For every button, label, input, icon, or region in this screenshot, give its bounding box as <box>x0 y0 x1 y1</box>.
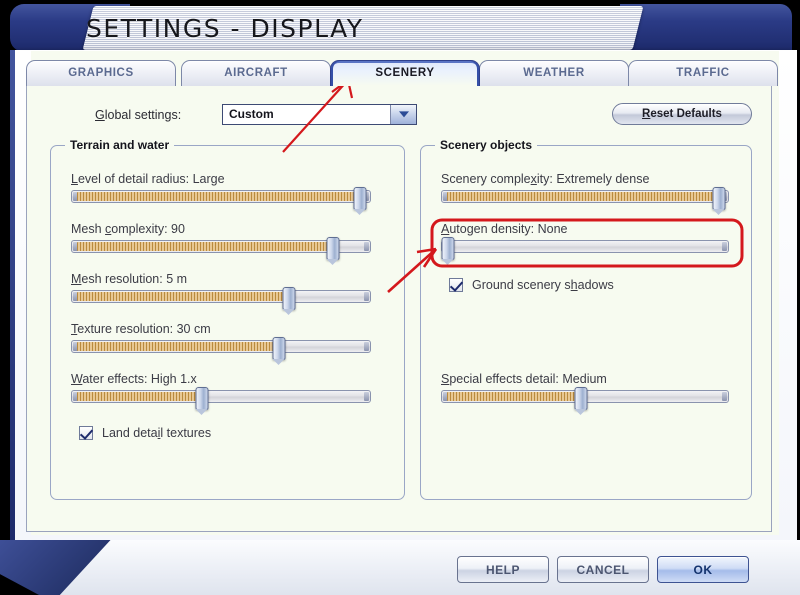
chevron-down-icon[interactable] <box>390 105 416 124</box>
slider-mesh-resolution[interactable] <box>71 287 371 315</box>
group-scenery-title: Scenery objects <box>435 138 538 152</box>
reset-defaults-button[interactable]: Reset Defaults <box>612 103 752 125</box>
global-settings-value: Custom <box>229 107 274 121</box>
global-settings-select[interactable]: Custom <box>222 104 417 125</box>
tab-graphics-label: GRAPHICS <box>68 67 134 79</box>
setting-scenery-complexity-label: Scenery complexity: Extremely dense <box>441 172 650 186</box>
window-title: SETTINGS - DISPLAY <box>86 14 364 43</box>
ground-scenery-shadows-checkbox[interactable] <box>449 278 463 292</box>
land-detail-textures-checkbox[interactable] <box>79 426 93 440</box>
setting-mesh-resolution: Mesh resolution: 5 m <box>71 272 371 315</box>
slider-mesh-complexity[interactable] <box>71 237 371 265</box>
group-terrain-title: Terrain and water <box>65 138 175 152</box>
slider-water-effects[interactable] <box>71 387 371 415</box>
setting-level-of-detail-radius-label: Level of detail radius: Large <box>71 172 225 186</box>
setting-texture-resolution-label: Texture resolution: 30 cm <box>71 322 211 336</box>
setting-scenery-complexity: Scenery complexity: Extremely dense <box>441 172 729 215</box>
tab-aircraft[interactable]: AIRCRAFT <box>181 60 331 86</box>
tab-traffic-label: TRAFFIC <box>676 67 730 79</box>
tab-bar: GRAPHICS AIRCRAFT SCENERY WEATHER TRAFFI… <box>26 60 778 86</box>
settings-window: SETTINGS - DISPLAY GRAPHICS AIRCRAFT SCE… <box>0 0 800 595</box>
setting-water-effects-label: Water effects: High 1.x <box>71 372 197 386</box>
setting-mesh-resolution-label: Mesh resolution: 5 m <box>71 272 188 286</box>
slider-level-of-detail-radius[interactable] <box>71 187 371 215</box>
slider-texture-resolution[interactable] <box>71 337 371 365</box>
tab-scenery-label: SCENERY <box>375 67 435 79</box>
global-settings-label: Global settings: <box>95 108 182 122</box>
land-detail-textures-label: Land detail textures <box>102 426 212 440</box>
checkbox-row-land-detail-textures[interactable]: Land detail textures <box>79 426 211 440</box>
slider-special-effects-detail[interactable] <box>441 387 729 415</box>
setting-texture-resolution: Texture resolution: 30 cm <box>71 322 371 365</box>
cancel-button[interactable]: CANCEL <box>557 556 649 583</box>
setting-water-effects: Water effects: High 1.x <box>71 372 371 415</box>
setting-special-effects-detail: Special effects detail: Medium <box>441 372 729 415</box>
titlebar-right-chrome <box>620 4 792 52</box>
ground-scenery-shadows-label: Ground scenery shadows <box>472 278 614 292</box>
group-terrain-and-water: Terrain and water Level of detail radius… <box>50 138 405 500</box>
tab-traffic[interactable]: TRAFFIC <box>628 60 778 86</box>
tab-weather[interactable]: WEATHER <box>479 60 629 86</box>
tab-graphics[interactable]: GRAPHICS <box>26 60 176 86</box>
setting-autogen-density: Autogen density: None <box>441 222 729 265</box>
setting-special-effects-detail-label: Special effects detail: Medium <box>441 372 607 386</box>
setting-autogen-density-label: Autogen density: None <box>441 222 568 236</box>
slider-autogen-density[interactable] <box>441 237 729 265</box>
ok-button[interactable]: OK <box>657 556 749 583</box>
setting-level-of-detail-radius: Level of detail radius: Large <box>71 172 371 215</box>
help-button[interactable]: HELP <box>457 556 549 583</box>
tab-weather-label: WEATHER <box>523 67 585 79</box>
tab-aircraft-label: AIRCRAFT <box>224 67 288 79</box>
setting-mesh-complexity: Mesh complexity: 90 <box>71 222 371 265</box>
checkbox-row-ground-scenery-shadows[interactable]: Ground scenery shadows <box>449 278 614 292</box>
slider-scenery-complexity[interactable] <box>441 187 729 215</box>
setting-mesh-complexity-label: Mesh complexity: 90 <box>71 222 185 236</box>
tab-scenery[interactable]: SCENERY <box>330 60 480 86</box>
group-scenery-objects: Scenery objects Scenery complexity: Extr… <box>420 138 752 500</box>
